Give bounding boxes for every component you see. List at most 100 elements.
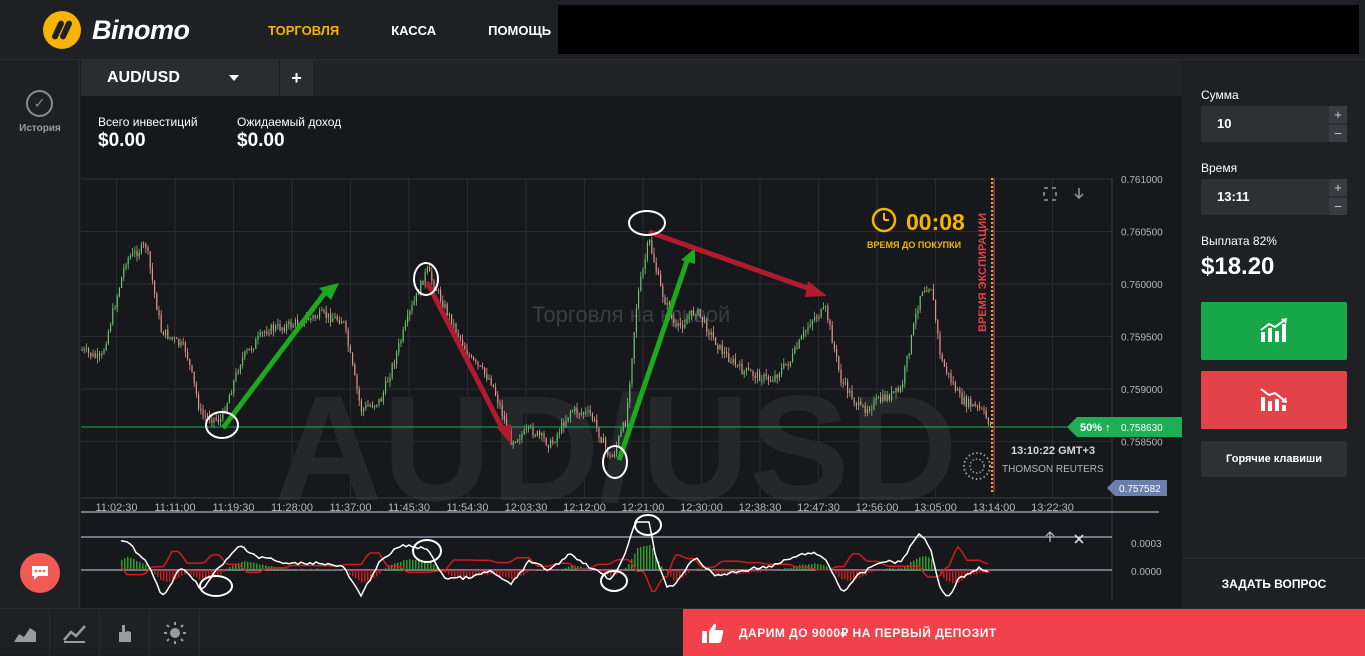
candle-body: [812, 321, 813, 325]
candle-body: [165, 329, 166, 335]
osc-bar: [451, 570, 453, 576]
red-arrow-line-2: [649, 232, 813, 290]
candle-body: [964, 397, 965, 404]
amount-field[interactable]: 10 + −: [1201, 106, 1347, 142]
candle-body: [884, 394, 885, 400]
tool-indicators[interactable]: [50, 609, 100, 656]
osc-bar: [637, 548, 639, 570]
candle-body: [904, 367, 905, 383]
candle-body: [92, 353, 93, 356]
buy-up-button[interactable]: [1201, 302, 1347, 360]
time-stepper[interactable]: + −: [1329, 179, 1347, 215]
amount-value[interactable]: 10: [1217, 116, 1231, 131]
osc-bar: [199, 570, 201, 580]
osc-bar: [562, 569, 564, 570]
candle-body: [484, 367, 485, 373]
candle-body: [249, 348, 250, 350]
arrow-down-icon[interactable]: [1075, 188, 1083, 198]
price-tick: 0.760000: [1121, 280, 1163, 291]
candle-body: [660, 274, 661, 285]
osc-bar: [319, 569, 321, 570]
close-icon[interactable]: [1075, 535, 1083, 543]
nav-cashier[interactable]: КАССА: [391, 23, 436, 38]
candle-body: [84, 349, 85, 350]
candle-body: [515, 442, 516, 443]
timer-label: ВРЕМЯ ДО ПОКУПКИ: [867, 240, 961, 250]
time-minus-button[interactable]: −: [1329, 198, 1347, 215]
hotkeys-button[interactable]: Горячие клавиши: [1201, 441, 1347, 477]
chat-bubble-button[interactable]: [20, 553, 60, 593]
candle-body: [477, 361, 478, 365]
osc-bar: [235, 564, 237, 570]
osc-bar: [511, 570, 513, 579]
amount-plus-button[interactable]: +: [1329, 106, 1347, 123]
candle-body: [801, 336, 802, 340]
tool-area-chart[interactable]: [0, 609, 50, 656]
candle-body: [724, 352, 725, 354]
candle-body: [625, 423, 626, 426]
candle-body: [99, 354, 100, 356]
history-check-icon[interactable]: ✓: [26, 90, 53, 117]
ask-question-button[interactable]: ЗАДАТЬ ВОПРОС: [1183, 558, 1365, 608]
osc-bar: [379, 570, 381, 574]
candle-body: [394, 364, 395, 365]
candle-body: [128, 258, 129, 264]
amount-stepper[interactable]: + −: [1329, 106, 1347, 142]
candle-body: [711, 332, 712, 335]
candle-body: [667, 303, 668, 305]
candle-body: [706, 319, 707, 332]
candle-body: [805, 331, 806, 332]
candle-body: [264, 332, 265, 333]
nav-trading[interactable]: ТОРГОВЛЯ: [268, 23, 339, 38]
candle-body: [915, 314, 916, 324]
candle-body: [799, 340, 800, 349]
osc-bar: [139, 562, 141, 570]
candle-body: [460, 336, 461, 339]
candle-body: [684, 324, 685, 327]
thumbs-up-icon: [701, 622, 725, 644]
osc-bar: [553, 570, 555, 571]
candle-body: [777, 375, 778, 378]
candle-body: [640, 277, 641, 290]
history-label[interactable]: История: [0, 123, 80, 134]
candle-body: [975, 404, 976, 406]
tool-theme[interactable]: [150, 609, 200, 656]
time-field[interactable]: 13:11 + −: [1201, 179, 1347, 215]
expiry-label: ВРЕМЯ ЭКСПИРАЦИИ: [977, 213, 989, 332]
candle-body: [185, 343, 186, 352]
candle-body: [752, 371, 753, 376]
osc-bar: [766, 570, 768, 572]
candle-body: [400, 341, 401, 343]
osc-bar: [565, 568, 567, 570]
time-value[interactable]: 13:11: [1217, 189, 1250, 204]
buy-down-button[interactable]: [1201, 371, 1347, 429]
osc-bar: [532, 570, 534, 571]
candle-body: [649, 240, 650, 243]
candle-body: [869, 409, 870, 410]
price-chart[interactable]: AUD/USD Торговля на кривой ВРЕМЯ ЭКСПИ: [81, 60, 1182, 608]
candle-body: [409, 311, 410, 315]
osc-bar: [838, 570, 840, 577]
candle-body: [495, 387, 496, 395]
candle-body: [378, 399, 379, 405]
candle-body: [651, 240, 652, 253]
time-plus-button[interactable]: +: [1329, 179, 1347, 196]
chart-area: AUD/USD + Всего инвестиций $0.00 Ожидаем…: [81, 60, 1182, 608]
fullscreen-icon[interactable]: [1044, 188, 1056, 200]
promo-banner[interactable]: ДАРИМ ДО 9000₽ НА ПЕРВЫЙ ДЕПОЗИТ: [683, 609, 1365, 656]
candle-body: [284, 328, 285, 331]
candle-body: [541, 433, 542, 435]
amount-minus-button[interactable]: −: [1329, 125, 1347, 142]
osc-bar: [250, 562, 252, 570]
logo[interactable]: Binomo: [43, 11, 190, 49]
candle-body: [319, 310, 320, 317]
nav-help[interactable]: ПОМОЩЬ: [488, 23, 551, 38]
candle-body: [271, 325, 272, 334]
tool-drawing[interactable]: [100, 609, 150, 656]
candle-body: [959, 389, 960, 393]
osc-bar: [232, 566, 234, 570]
candle-body: [917, 310, 918, 314]
osc-bar: [412, 560, 414, 570]
candle-body: [612, 456, 613, 457]
osc-bar: [253, 563, 255, 570]
